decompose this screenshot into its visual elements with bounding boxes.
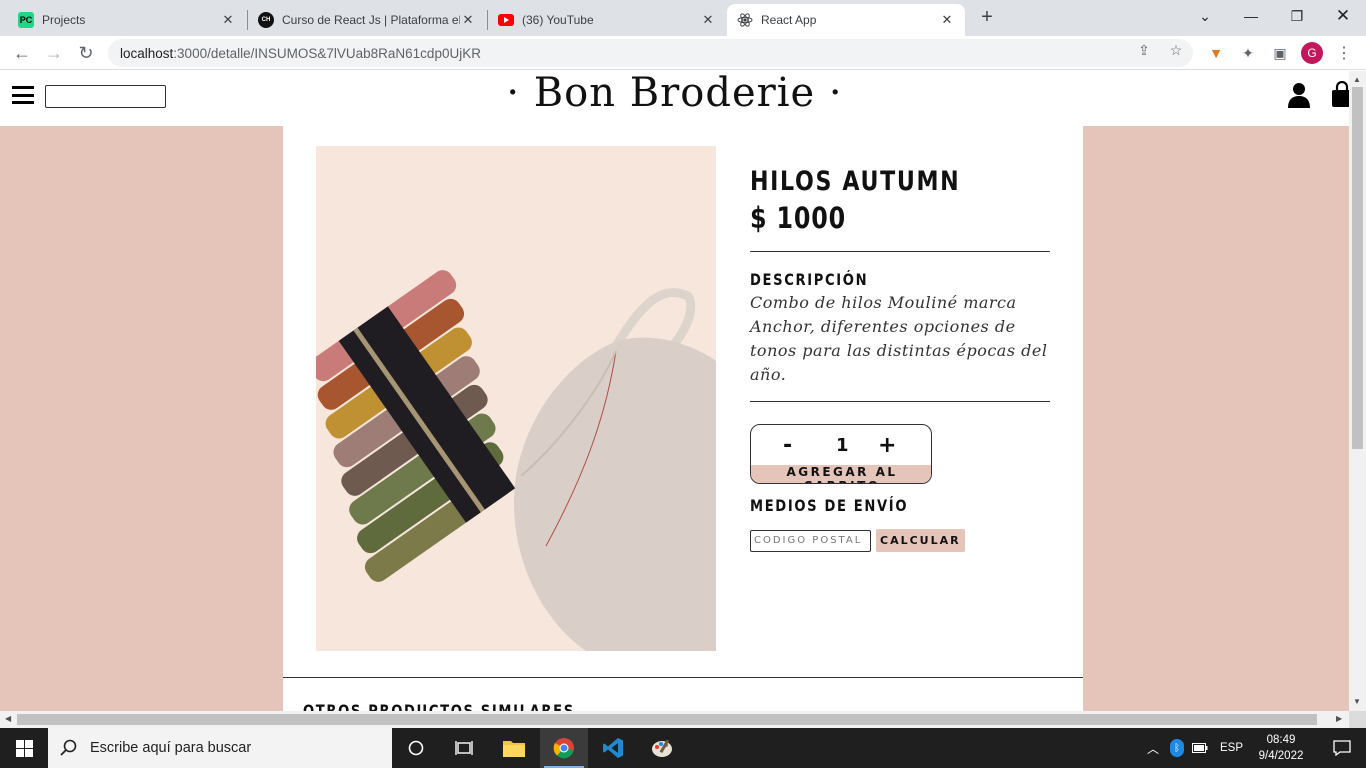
close-tab-icon[interactable]: ✕ xyxy=(220,12,236,28)
new-tab-icon[interactable]: + xyxy=(976,6,998,28)
restore-icon[interactable]: ❐ xyxy=(1274,0,1320,32)
bluetooth-icon[interactable]: ᛒ xyxy=(1170,739,1184,757)
react-icon xyxy=(737,12,753,28)
product-detail-card: HILOS AUTUMN $ 1000 DESCRIPCIÓN Combo de… xyxy=(283,126,1083,711)
tab-projects[interactable]: PC Projects ✕ xyxy=(8,4,246,36)
scroll-left-arrow-icon[interactable]: ◀ xyxy=(5,714,11,723)
divider xyxy=(750,401,1050,402)
show-hidden-icons-chevron-icon[interactable]: ︿ xyxy=(1144,740,1162,757)
cortana-icon[interactable] xyxy=(392,728,440,768)
minimize-icon[interactable]: — xyxy=(1228,0,1274,32)
scrollbar-thumb[interactable] xyxy=(1352,87,1363,449)
profile-avatar[interactable]: G xyxy=(1301,42,1323,64)
product-description: Combo de hilos Mouliné marca Anchor, dif… xyxy=(750,293,1048,384)
shipping-calculator: CALCULAR xyxy=(750,529,1050,552)
product-title: HILOS AUTUMN xyxy=(750,166,961,197)
similar-products-heading: OTROS PRODUCTOS SIMILARES xyxy=(303,701,575,711)
more-menu-icon[interactable]: ⋮ xyxy=(1335,44,1353,62)
clock-time: 08:49 xyxy=(1266,734,1296,746)
input-language[interactable]: ESP xyxy=(1220,742,1243,754)
bookmark-star-icon[interactable]: ☆ xyxy=(1168,42,1184,58)
file-explorer-icon[interactable] xyxy=(490,728,538,768)
quantity-counter: - 1 + AGREGAR AL CARRITO xyxy=(750,424,932,484)
product-price: $ 1000 xyxy=(750,201,846,235)
tab-search-chevron-icon[interactable]: ⌄ xyxy=(1182,0,1228,32)
increase-quantity-button[interactable]: + xyxy=(878,433,896,458)
page-viewport: · Bon Broderie · HILOS AUTUMN $ 1000 DES… xyxy=(0,71,1349,711)
task-view-icon[interactable] xyxy=(440,728,488,768)
scroll-up-arrow-icon[interactable]: ▲ xyxy=(1353,75,1361,84)
shipping-heading: MEDIOS DE ENVÍO xyxy=(750,496,909,515)
scrollbar-thumb[interactable] xyxy=(17,714,1317,725)
windows-start-icon[interactable] xyxy=(0,728,48,768)
metamask-fox-icon[interactable]: ▼ xyxy=(1207,44,1225,62)
calculate-shipping-button[interactable]: CALCULAR xyxy=(876,529,965,552)
url-path: :3000/detalle/INSUMOS&7lVUab8RaN61cdp0Uj… xyxy=(173,45,481,61)
product-image xyxy=(316,146,716,651)
tab-react-course[interactable]: CH Curso de React Js | Plataforma eL ✕ xyxy=(248,4,486,36)
taskbar-search-box[interactable]: Escribe aquí para buscar xyxy=(48,728,392,768)
back-arrow-icon[interactable]: ← xyxy=(10,41,34,65)
close-tab-icon[interactable]: ✕ xyxy=(939,12,955,28)
quantity-stepper: - 1 + xyxy=(751,425,931,465)
tab-title: Curso de React Js | Plataforma eL xyxy=(282,13,460,27)
horizontal-scrollbar[interactable]: ◀ ▶ xyxy=(0,711,1349,728)
share-icon[interactable]: ⇪ xyxy=(1136,42,1152,58)
close-tab-icon[interactable]: ✕ xyxy=(460,12,476,28)
tab-title: React App xyxy=(761,13,817,27)
divider xyxy=(750,251,1050,252)
url-host: localhost xyxy=(120,45,174,61)
vertical-scrollbar[interactable]: ▲ ▼ xyxy=(1349,71,1366,711)
shopping-bag-icon[interactable] xyxy=(1331,81,1349,107)
decrease-quantity-button[interactable]: - xyxy=(783,433,792,458)
url-text: localhost:3000/detalle/INSUMOS&7lVUab8Ra… xyxy=(120,46,481,61)
brand-logo[interactable]: · Bon Broderie · xyxy=(0,71,1349,116)
scroll-right-arrow-icon[interactable]: ▶ xyxy=(1336,714,1342,723)
address-bar[interactable]: i localhost:3000/detalle/INSUMOS&7lVUab8… xyxy=(108,39,1193,93)
close-tab-icon[interactable]: ✕ xyxy=(700,12,716,28)
taskbar-search-placeholder: Escribe aquí para buscar xyxy=(90,740,252,756)
scroll-down-arrow-icon[interactable]: ▼ xyxy=(1353,697,1361,706)
scrollbar-corner xyxy=(1349,711,1366,728)
system-tray: ︿ ᛒ ESP xyxy=(1144,728,1243,768)
coderhouse-icon: CH xyxy=(258,12,274,28)
search-icon xyxy=(60,739,77,756)
tab-react-app[interactable]: React App ✕ xyxy=(727,4,965,36)
product-info: HILOS AUTUMN $ 1000 DESCRIPCIÓN Combo de… xyxy=(750,166,1050,552)
youtube-icon xyxy=(498,12,514,28)
user-account-icon[interactable] xyxy=(1287,82,1311,108)
postal-code-input[interactable] xyxy=(750,529,871,552)
description-heading: DESCRIPCIÓN xyxy=(750,270,869,289)
tab-youtube[interactable]: (36) YouTube ✕ xyxy=(488,4,726,36)
taskbar-clock[interactable]: 08:49 9/4/2022 xyxy=(1250,732,1312,764)
browser-toolbar: ← → ↻ i localhost:3000/detalle/INSUMOS&7… xyxy=(0,36,1366,93)
windows-taskbar: Escribe aquí para buscar ︿ ᛒ ESP 08:49 9… xyxy=(0,728,1366,768)
tab-title: (36) YouTube xyxy=(522,13,594,27)
clock-date: 9/4/2022 xyxy=(1258,750,1304,762)
window-close-icon[interactable]: ✕ xyxy=(1320,0,1366,32)
browser-tab-strip: PC Projects ✕ CH Curso de React Js | Pla… xyxy=(0,0,1366,36)
reload-icon[interactable]: ↻ xyxy=(74,41,98,65)
tab-title: Projects xyxy=(42,13,86,27)
battery-icon[interactable] xyxy=(1192,743,1208,753)
vscode-icon[interactable] xyxy=(589,728,637,768)
pycharm-icon: PC xyxy=(18,12,34,28)
add-to-cart-button[interactable]: AGREGAR AL CARRITO xyxy=(751,465,931,483)
side-panel-icon[interactable]: ▣ xyxy=(1271,44,1289,62)
forward-arrow-icon[interactable]: → xyxy=(42,41,66,65)
divider xyxy=(283,677,1083,678)
extensions-puzzle-icon[interactable]: ✦ xyxy=(1239,44,1257,62)
quantity-value: 1 xyxy=(836,435,849,456)
paint-icon[interactable] xyxy=(638,728,686,768)
notifications-icon[interactable] xyxy=(1318,728,1366,768)
chrome-taskbar-icon[interactable] xyxy=(540,728,588,768)
site-header: · Bon Broderie · xyxy=(0,71,1349,126)
